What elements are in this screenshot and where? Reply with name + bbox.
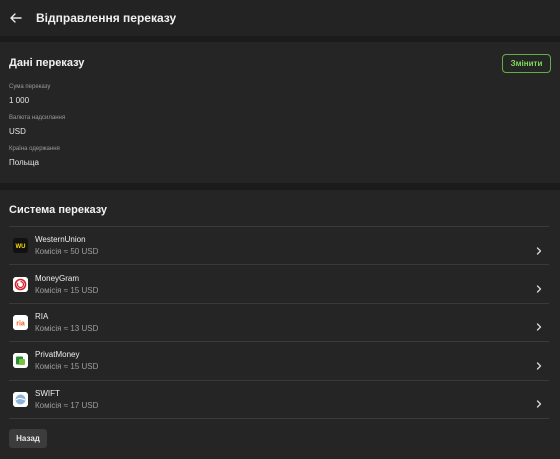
chevron-right-icon [535, 395, 543, 408]
system-row-swift[interactable]: SWIFT Комісія ≈ 17 USD [9, 381, 549, 419]
system-fee: Комісія ≈ 17 USD [35, 400, 99, 410]
transfer-details-card: Дані переказу Змінити Сума переказу 1 00… [0, 42, 560, 183]
currency-label: Валюта надсилання [9, 115, 66, 121]
change-button[interactable]: Змінити [502, 54, 551, 73]
system-row-ria[interactable]: ria RIA Комісія ≈ 13 USD [9, 304, 549, 343]
system-row-moneygram[interactable]: MoneyGram Комісія ≈ 15 USD [9, 265, 549, 304]
chevron-right-icon [535, 357, 543, 370]
system-row-westernunion[interactable]: WU WesternUnion Комісія ≈ 50 USD [9, 227, 549, 266]
swift-logo-icon [13, 391, 28, 407]
arrow-left-icon[interactable] [9, 11, 23, 25]
transfer-details-title: Дані переказу [9, 57, 85, 69]
system-name: WesternUnion [35, 235, 86, 245]
system-fee: Комісія ≈ 50 USD [35, 247, 99, 257]
transfer-systems-list: WU WesternUnion Комісія ≈ 50 USD MoneyGr… [9, 226, 549, 419]
ria-logo-icon: ria [13, 314, 28, 330]
system-fee: Комісія ≈ 13 USD [35, 323, 99, 333]
page-title: Відправлення переказу [36, 11, 177, 25]
chevron-right-icon [535, 318, 543, 332]
western-union-logo-icon: WU [13, 238, 28, 254]
system-name: SWIFT [35, 388, 60, 398]
currency-value: USD [9, 127, 26, 136]
transfer-systems-card: Система переказу WU WesternUnion Комісія… [0, 190, 560, 459]
system-name: PrivatMoney [35, 350, 80, 360]
system-fee: Комісія ≈ 15 USD [35, 285, 99, 295]
country-label: Країна одержання [9, 146, 60, 152]
system-name: RIA [35, 311, 49, 321]
chevron-right-icon [535, 280, 543, 293]
amount-value: 1 000 [9, 96, 30, 105]
system-row-privatmoney[interactable]: PrivatMoney Комісія ≈ 15 USD [9, 342, 549, 381]
privatmoney-logo-icon [13, 353, 28, 369]
country-value: Польща [9, 158, 39, 167]
system-fee: Комісія ≈ 15 USD [35, 362, 99, 372]
chevron-right-icon [535, 242, 543, 255]
transfer-systems-title: Система переказу [9, 204, 108, 216]
moneygram-logo-icon [13, 276, 28, 292]
western-union-logo-text: WU [16, 244, 26, 250]
back-button[interactable]: Назад [9, 429, 47, 448]
top-bar: Відправлення переказу [0, 0, 560, 36]
ria-logo-text: ria [16, 320, 25, 327]
amount-label: Сума переказу [9, 84, 51, 90]
system-name: MoneyGram [35, 273, 80, 283]
